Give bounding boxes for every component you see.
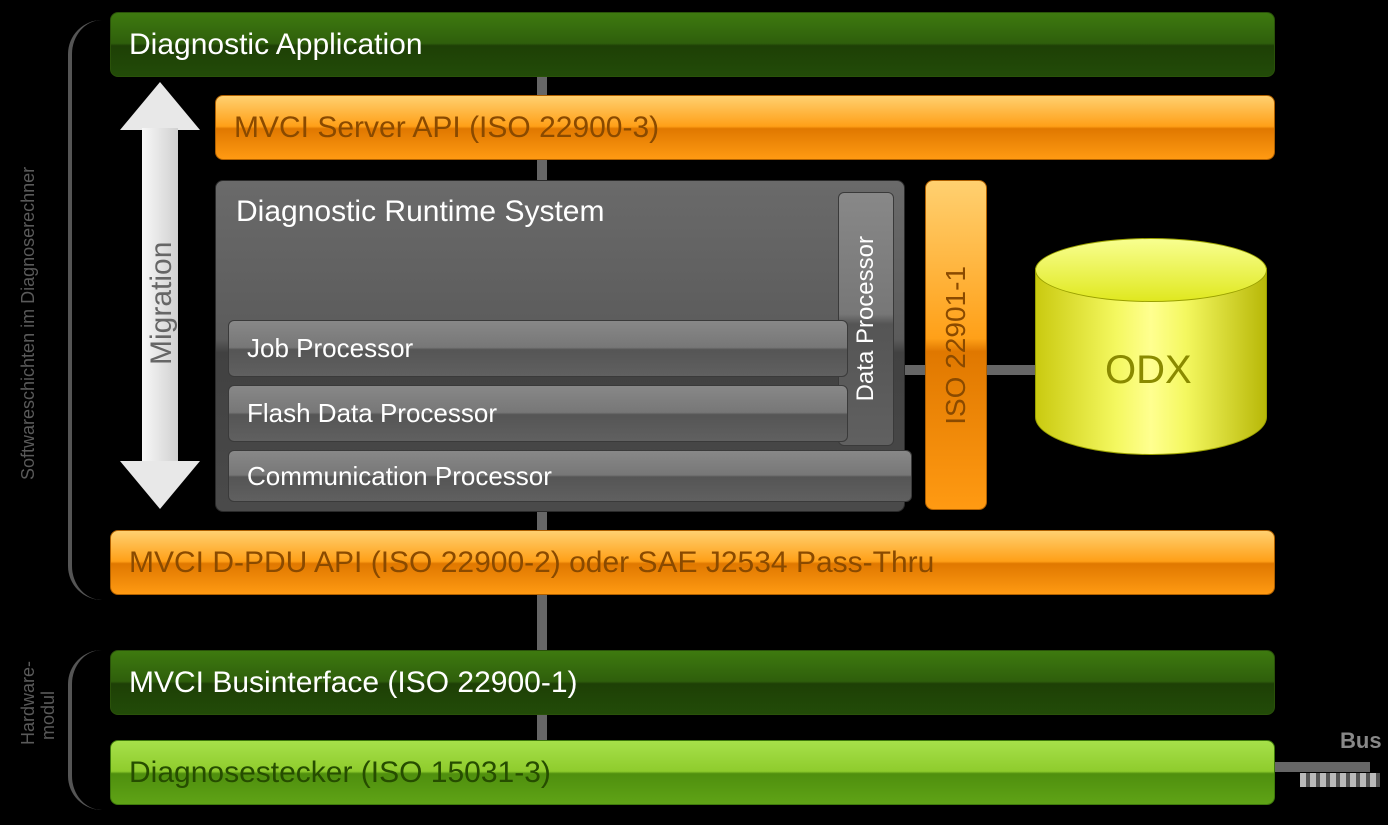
box-diagnostic-application: Diagnostic Application <box>110 12 1275 77</box>
side-label-hw1: Hardware- <box>18 655 39 745</box>
label-mvci-server: MVCI Server API (ISO 22900-3) <box>234 111 659 145</box>
bus-line <box>1275 762 1370 772</box>
label-flash: Flash Data Processor <box>247 398 497 429</box>
label-data-processor: Data Processor <box>852 236 880 401</box>
box-flash-processor: Flash Data Processor <box>228 385 848 442</box>
box-mvci-dpdu-api: MVCI D-PDU API (ISO 22900-2) oder SAE J2… <box>110 530 1275 595</box>
label-migration: Migration <box>145 225 179 365</box>
brace-hardware <box>68 650 102 810</box>
box-iso22901-1: ISO 22901-1 <box>925 180 987 510</box>
label-diag-app: Diagnostic Application <box>129 28 423 62</box>
label-bus: Bus <box>1340 728 1382 754</box>
label-businterface: MVCI Businterface (ISO 22900-1) <box>129 666 578 700</box>
box-job-processor: Job Processor <box>228 320 848 377</box>
odx-cylinder-top <box>1035 238 1267 302</box>
diagram-stage: Softwareschichten im Diagnoserechner Har… <box>0 0 1388 825</box>
arrow-down-head <box>120 461 200 509</box>
side-label-software: Softwareschichten im Diagnoserechner <box>18 150 39 480</box>
label-odx: ODX <box>1105 348 1192 393</box>
label-job: Job Processor <box>247 333 413 364</box>
label-iso22901: ISO 22901-1 <box>940 266 972 425</box>
label-runtime-title: Diagnostic Runtime System <box>236 195 604 229</box>
box-mvci-server-api: MVCI Server API (ISO 22900-3) <box>215 95 1275 160</box>
box-mvci-businterface: MVCI Businterface (ISO 22900-1) <box>110 650 1275 715</box>
label-stecker: Diagnosestecker (ISO 15031-3) <box>129 756 551 790</box>
side-label-hw2: modul <box>38 680 59 740</box>
box-diagnosestecker: Diagnosestecker (ISO 15031-3) <box>110 740 1275 805</box>
box-comm-processor: Communication Processor <box>228 450 912 502</box>
label-comm: Communication Processor <box>247 461 552 492</box>
bus-connector-icon <box>1300 773 1380 787</box>
label-mvci-dpdu: MVCI D-PDU API (ISO 22900-2) oder SAE J2… <box>129 546 934 580</box>
arrow-up-head <box>120 82 200 130</box>
brace-software <box>68 20 102 600</box>
